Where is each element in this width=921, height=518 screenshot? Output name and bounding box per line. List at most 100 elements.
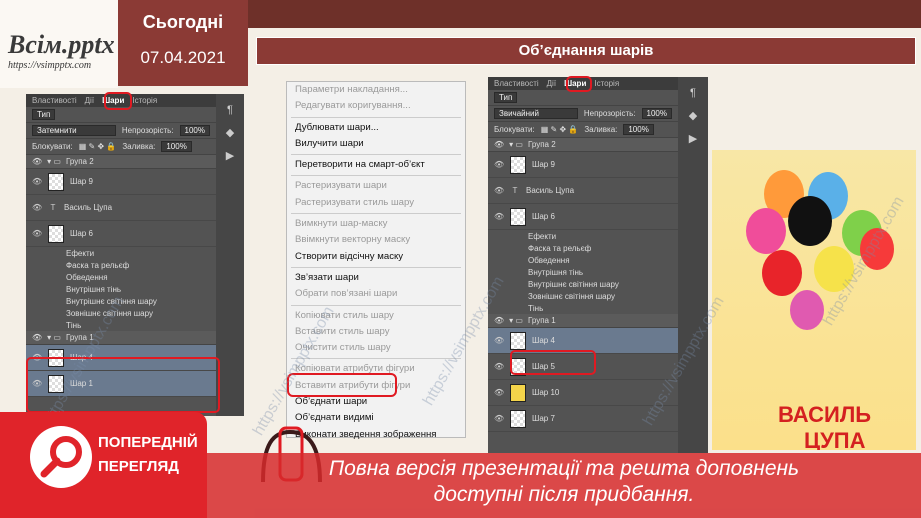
- eye-icon[interactable]: 👁: [494, 186, 504, 195]
- eye-icon[interactable]: 👁: [494, 336, 504, 345]
- tab-history[interactable]: Історія: [132, 96, 157, 105]
- effect-item[interactable]: Внутрішня тінь: [26, 283, 216, 295]
- play-icon[interactable]: ▶: [216, 149, 244, 162]
- eye-icon[interactable]: 👁: [32, 333, 42, 342]
- eye-icon[interactable]: 👁: [32, 229, 42, 238]
- banner-line1: Повна версія презентації та решта доповн…: [328, 457, 800, 480]
- menu-item[interactable]: Зв’язати шари: [287, 270, 465, 286]
- menu-item[interactable]: Перетворити на смарт-об’єкт: [287, 157, 465, 173]
- eye-icon[interactable]: 👁: [494, 212, 504, 221]
- effect-item[interactable]: Зовнішнє світіння шару: [26, 307, 216, 319]
- tab-history[interactable]: Історія: [594, 79, 619, 88]
- balloon-shape: [860, 228, 894, 270]
- effect-label: Обведення: [528, 255, 570, 265]
- effect-label: Тінь: [528, 303, 544, 313]
- menu-item[interactable]: Ввімкнути векторну маску: [287, 232, 465, 248]
- menu-item[interactable]: Дублювати шари...: [287, 120, 465, 136]
- menu-item[interactable]: Копіювати стиль шару: [287, 308, 465, 324]
- opacity-input[interactable]: 100%: [641, 108, 672, 119]
- lock-label: Блокувати:: [494, 125, 535, 134]
- effect-item[interactable]: Внутрішнє світіння шару: [26, 295, 216, 307]
- tab-properties[interactable]: Властивості: [32, 96, 77, 105]
- eye-icon[interactable]: 👁: [494, 414, 504, 423]
- menu-item[interactable]: Вилучити шари: [287, 136, 465, 152]
- balloon-shape: [790, 290, 824, 330]
- lock-icons[interactable]: ▦ ✎ ✥ 🔒: [541, 125, 579, 134]
- picture-title: ВАСИЛЬ: [778, 402, 872, 427]
- fill-input[interactable]: 100%: [623, 124, 654, 135]
- logo-area: Всім.pptx https://vsimpptx.com: [0, 0, 118, 88]
- tab-actions[interactable]: Дії: [547, 79, 556, 88]
- layers-tab-highlight: [104, 92, 132, 110]
- blend-mode-select[interactable]: Затемнити: [32, 125, 116, 136]
- eye-icon[interactable]: 👁: [494, 388, 504, 397]
- play-icon[interactable]: ▶: [678, 132, 708, 145]
- eye-icon[interactable]: 👁: [494, 362, 504, 371]
- effect-item[interactable]: Тінь: [26, 319, 216, 331]
- lock-icons[interactable]: ▦ ✎ ✥ 🔒: [79, 142, 117, 151]
- layers-icon[interactable]: ◆: [678, 109, 708, 122]
- eye-icon[interactable]: 👁: [494, 140, 504, 149]
- menu-item[interactable]: Растеризувати стиль шару: [287, 195, 465, 211]
- menu-item[interactable]: Вставити стиль шару: [287, 324, 465, 340]
- menu-item[interactable]: Створити відсічну маску: [287, 249, 465, 265]
- menu-item[interactable]: Редагувати коригування...: [287, 98, 465, 114]
- group-row[interactable]: 👁 ▾ ▭ Група 2: [26, 155, 216, 169]
- menu-item[interactable]: Параметри накладання...: [287, 82, 465, 98]
- effect-item[interactable]: Внутрішнє світіння шару: [488, 278, 678, 290]
- effect-item[interactable]: Зовнішнє світіння шару: [488, 290, 678, 302]
- today-label: Сьогодні: [142, 12, 224, 32]
- eye-icon[interactable]: 👁: [32, 177, 42, 186]
- menu-item[interactable]: Обрати пов’язані шари: [287, 286, 465, 302]
- layer-row[interactable]: 👁 Шар 9: [488, 152, 678, 178]
- fill-input[interactable]: 100%: [161, 141, 192, 152]
- layer-label: Василь Цупа: [526, 186, 575, 195]
- effects-header[interactable]: Ефекти: [26, 247, 216, 259]
- layer-thumbnail: [510, 331, 526, 350]
- group-label: Група 1: [65, 333, 94, 342]
- tab-properties[interactable]: Властивості: [494, 79, 539, 88]
- effect-label: Фаска та рельєф: [66, 260, 130, 270]
- kind-select[interactable]: Тип: [494, 92, 518, 103]
- menu-item[interactable]: Очистити стиль шару: [287, 340, 465, 356]
- effect-item[interactable]: Обведення: [26, 271, 216, 283]
- effect-item[interactable]: Фаска та рельєф: [26, 259, 216, 271]
- layer-row[interactable]: 👁 Шар 10: [488, 380, 678, 406]
- opacity-input[interactable]: 100%: [179, 125, 210, 136]
- layer-row[interactable]: 👁 Шар 7: [488, 406, 678, 432]
- group-row[interactable]: 👁 ▾ ▭ Група 2: [488, 138, 678, 152]
- preview-label-line2: ПЕРЕГЛЯД: [98, 458, 179, 475]
- paragraph-icon[interactable]: ¶: [216, 104, 244, 116]
- effect-label: Обведення: [66, 272, 108, 282]
- paragraph-icon[interactable]: ¶: [678, 87, 708, 99]
- folder-icon: ▾ ▭: [509, 140, 523, 149]
- preview-image: ВАСИЛЬ ЦУПА: [712, 150, 916, 450]
- kind-select[interactable]: Тип: [32, 109, 56, 120]
- effects-header[interactable]: Ефекти: [488, 230, 678, 242]
- group-row[interactable]: 👁 ▾ ▭ Група 1: [488, 314, 678, 328]
- effect-item[interactable]: Фаска та рельєф: [488, 242, 678, 254]
- layer-row[interactable]: 👁 Шар 6: [26, 221, 216, 247]
- eye-icon[interactable]: 👁: [32, 203, 42, 212]
- eye-icon[interactable]: 👁: [494, 316, 504, 325]
- group-row[interactable]: 👁 ▾ ▭ Група 1: [26, 331, 216, 345]
- layer-row[interactable]: 👁 Шар 9: [26, 169, 216, 195]
- blend-mode-select[interactable]: Звичайний: [494, 108, 578, 119]
- layer-label: Шар 7: [532, 414, 555, 423]
- date-value: 07.04.2021: [140, 48, 226, 67]
- menu-item[interactable]: Вимкнути шар-маску: [287, 216, 465, 232]
- layers-icon[interactable]: ◆: [216, 126, 244, 139]
- tab-actions[interactable]: Дії: [85, 96, 94, 105]
- layer-thumbnail: [48, 224, 64, 243]
- eye-icon[interactable]: 👁: [494, 160, 504, 169]
- layer-row[interactable]: 👁 Шар 6: [488, 204, 678, 230]
- preview-badge[interactable]: ПОПЕРЕДНІЙ ПЕРЕГЛЯД: [0, 412, 207, 518]
- right-tool-strip: ¶ ◆ ▶: [678, 77, 708, 453]
- layer-row[interactable]: 👁 T Василь Цупа: [26, 195, 216, 221]
- menu-item[interactable]: Растеризувати шари: [287, 178, 465, 194]
- effect-item[interactable]: Обведення: [488, 254, 678, 266]
- eye-icon[interactable]: 👁: [32, 157, 42, 166]
- effect-item[interactable]: Тінь: [488, 302, 678, 314]
- layer-row[interactable]: 👁 T Василь Цупа: [488, 178, 678, 204]
- effect-item[interactable]: Внутрішня тінь: [488, 266, 678, 278]
